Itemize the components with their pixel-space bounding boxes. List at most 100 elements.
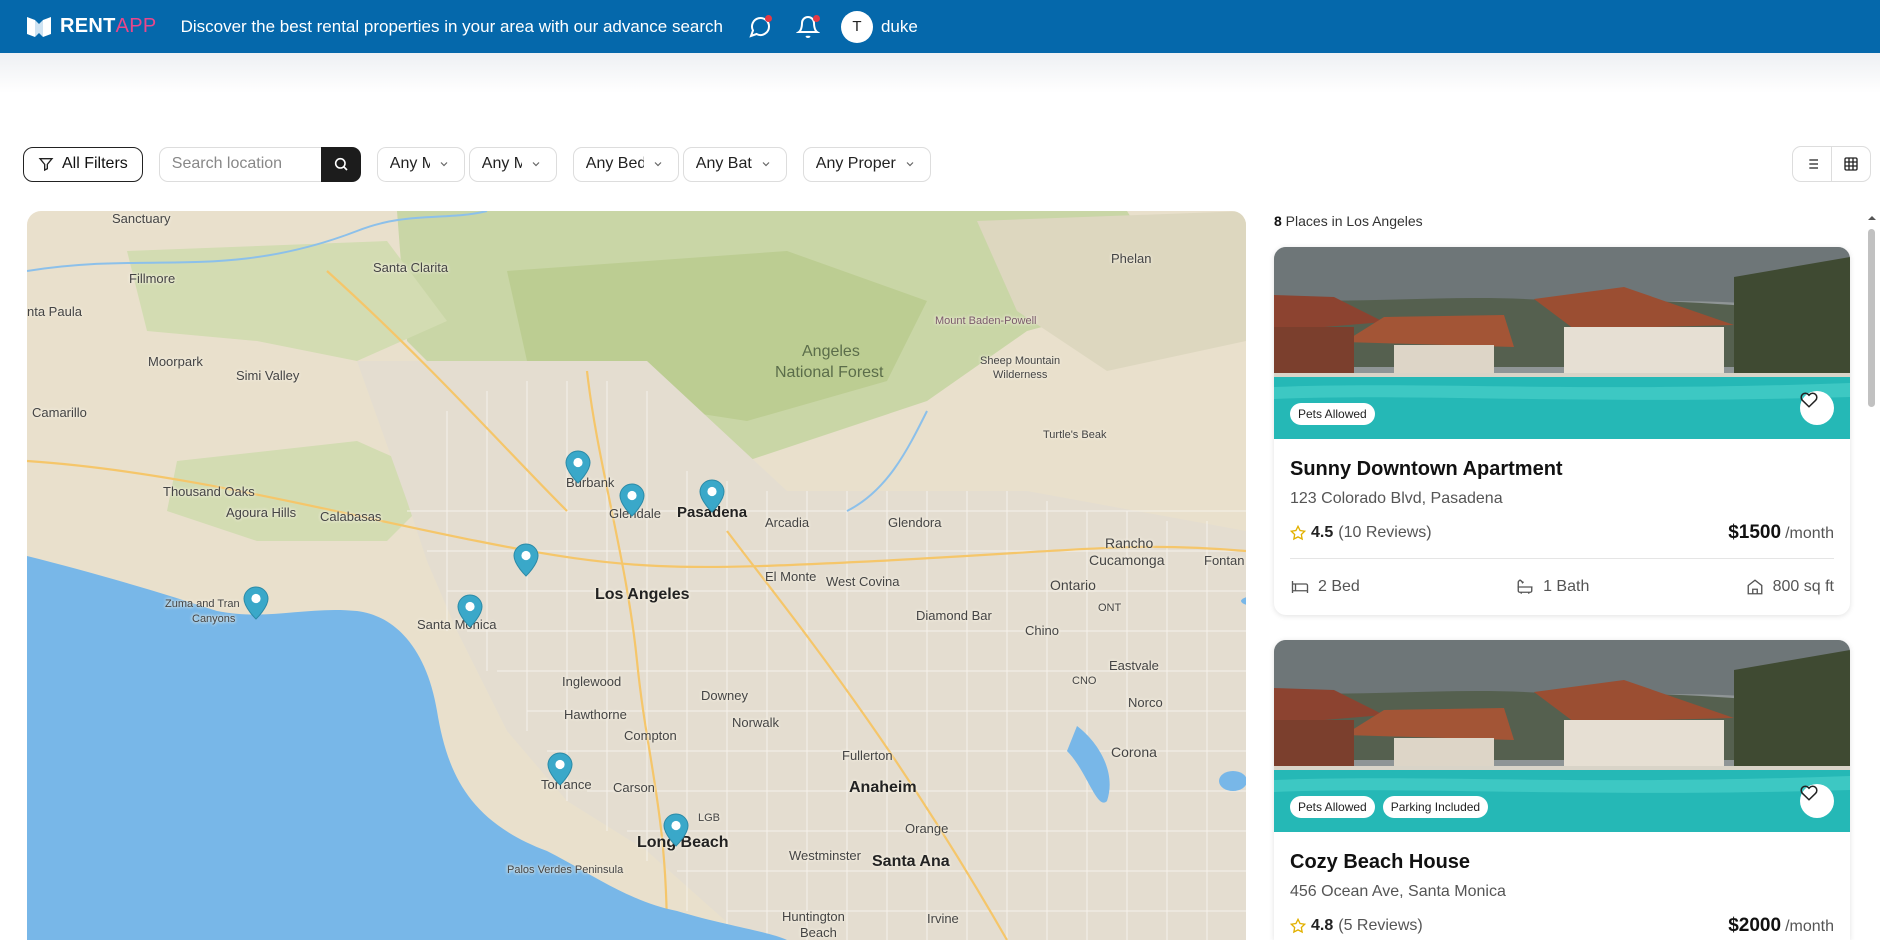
notification-dot — [812, 14, 820, 22]
map-label: Ontario — [1050, 577, 1096, 593]
rating-score: 4.5 — [1311, 524, 1334, 541]
rating-price-row: 4.8 (5 Reviews) $2000/month — [1290, 915, 1834, 940]
beds-label: 2 Bed — [1318, 578, 1360, 595]
map-marker[interactable] — [243, 586, 269, 620]
map-marker[interactable] — [513, 543, 539, 577]
map-label: Phelan — [1111, 251, 1152, 266]
map-label: El Monte — [765, 569, 817, 584]
logo-icon — [27, 16, 51, 37]
map-marker[interactable] — [547, 752, 573, 786]
baths-dropdown[interactable]: Any Bat — [682, 146, 787, 182]
list-view-button[interactable] — [1793, 147, 1832, 181]
listing-image[interactable]: Pets Allowed — [1274, 247, 1850, 439]
listing-card[interactable]: Pets Allowed Parking Included Cozy Beach… — [1274, 640, 1850, 940]
map-label: Carson — [613, 780, 655, 795]
messages-button[interactable] — [747, 14, 773, 40]
map-label: West Covina — [826, 574, 900, 589]
listing-card[interactable]: Pets Allowed Sunny Downtown Apartment 12… — [1274, 247, 1850, 615]
dropdown-label: Any M — [389, 155, 430, 172]
area: 800 sq ft — [1745, 578, 1834, 596]
map-label: Arcadia — [765, 515, 810, 530]
map-label: Calabasas — [320, 509, 382, 524]
map-marker[interactable] — [663, 813, 689, 847]
bath-icon — [1517, 579, 1533, 594]
price-max-dropdown[interactable]: Any M — [468, 146, 557, 182]
rating-price-row: 4.5 (10 Reviews) $1500/month — [1290, 522, 1834, 559]
all-filters-button[interactable]: All Filters — [23, 146, 143, 182]
avatar[interactable]: T — [840, 10, 873, 43]
map-label: LGB — [698, 812, 721, 824]
notification-dot — [764, 14, 772, 22]
map-label: Chino — [1025, 623, 1059, 638]
top-navbar: RENTAPP Discover the best rental propert… — [0, 0, 1880, 53]
username[interactable]: duke — [881, 17, 918, 37]
listing-details: Sunny Downtown Apartment 123 Colorado Bl… — [1274, 439, 1850, 615]
map-label: Sanctuary — [112, 211, 171, 226]
filter-icon — [38, 158, 54, 172]
favorite-button[interactable] — [1800, 391, 1834, 425]
map-label: Wilderness — [993, 369, 1048, 381]
scroll-thumb[interactable] — [1868, 229, 1875, 407]
logo[interactable]: RENTAPP — [26, 15, 157, 39]
filter-bar: All Filters Any M Any M Any Bed Any Bat … — [23, 146, 931, 182]
map-label: Beach — [800, 925, 837, 940]
map-label: Thousand Oaks — [163, 484, 255, 499]
listing-address: 123 Colorado Blvd, Pasadena — [1290, 490, 1503, 507]
listings-scrollbar[interactable] — [1866, 211, 1876, 940]
map-label: CNO — [1072, 675, 1097, 687]
search-button[interactable] — [320, 146, 361, 182]
property-type-dropdown[interactable]: Any Proper — [802, 146, 931, 182]
scroll-up-arrow-icon — [1868, 216, 1876, 220]
results-count: 8 Places in Los Angeles — [1274, 213, 1423, 229]
baths-label: 1 Bath — [1543, 578, 1590, 595]
map-marker[interactable] — [699, 479, 725, 513]
map-label: Camarillo — [32, 405, 87, 420]
beds-dropdown[interactable]: Any Bed — [572, 146, 679, 182]
badge-group: Pets Allowed — [1290, 403, 1375, 425]
dropdown-label: Any Bed — [585, 155, 644, 172]
dropdown-label: Any Proper — [815, 155, 896, 172]
listing-image[interactable]: Pets Allowed Parking Included — [1274, 640, 1850, 832]
amenities-row: 2 Bed 1 Bath 800 sq ft — [1290, 559, 1834, 615]
favorite-button[interactable] — [1800, 784, 1834, 818]
map-label: nta Paula — [27, 304, 82, 319]
listing-title[interactable]: Cozy Beach House — [1290, 851, 1834, 874]
map-label: Mount Baden-Powell — [935, 315, 1037, 327]
map-marker[interactable] — [619, 483, 645, 517]
map-label: National Forest — [775, 364, 884, 381]
heart-icon — [1800, 785, 1818, 801]
map-label: Turtle's Beak — [1043, 429, 1107, 441]
map-label: Moorpark — [148, 354, 203, 369]
dropdown-label: Any Bat — [695, 155, 752, 172]
map-label: Hawthorne — [564, 707, 627, 722]
price-min-dropdown[interactable]: Any M — [376, 146, 465, 182]
search-icon — [334, 157, 348, 171]
map-view[interactable]: Sanctuary Fillmore Santa Clarita nta Pau… — [27, 211, 1246, 940]
all-filters-label: All Filters — [62, 155, 128, 172]
rating-score: 4.8 — [1311, 917, 1334, 934]
area-label: 800 sq ft — [1772, 578, 1834, 595]
grid-icon — [1844, 157, 1858, 171]
map-label: Glendora — [888, 515, 942, 530]
map-label: Eastvale — [1109, 658, 1159, 673]
search-box — [158, 146, 361, 182]
search-input[interactable] — [158, 146, 321, 182]
review-count: (5 Reviews) — [1338, 917, 1423, 934]
map-label: Palos Verdes Peninsula — [507, 864, 624, 876]
tagline: Discover the best rental properties in y… — [180, 16, 723, 36]
map-marker[interactable] — [565, 450, 591, 484]
view-toggle — [1792, 146, 1871, 182]
price-unit: /month — [1785, 918, 1834, 935]
grid-view-button[interactable] — [1832, 147, 1870, 181]
map-label: Fillmore — [129, 271, 176, 286]
listing-title[interactable]: Sunny Downtown Apartment — [1290, 458, 1834, 481]
map-marker[interactable] — [457, 594, 483, 628]
header-shadow — [0, 53, 1880, 93]
rating: 4.8 (5 Reviews) — [1290, 917, 1423, 935]
map-label: Canyons — [192, 613, 236, 625]
notifications-button[interactable] — [795, 14, 821, 40]
map-label: Diamond Bar — [916, 608, 992, 623]
map-label: Santa Clarita — [373, 260, 449, 275]
home-icon — [1747, 579, 1763, 595]
map-label: Los Angeles — [595, 586, 690, 603]
